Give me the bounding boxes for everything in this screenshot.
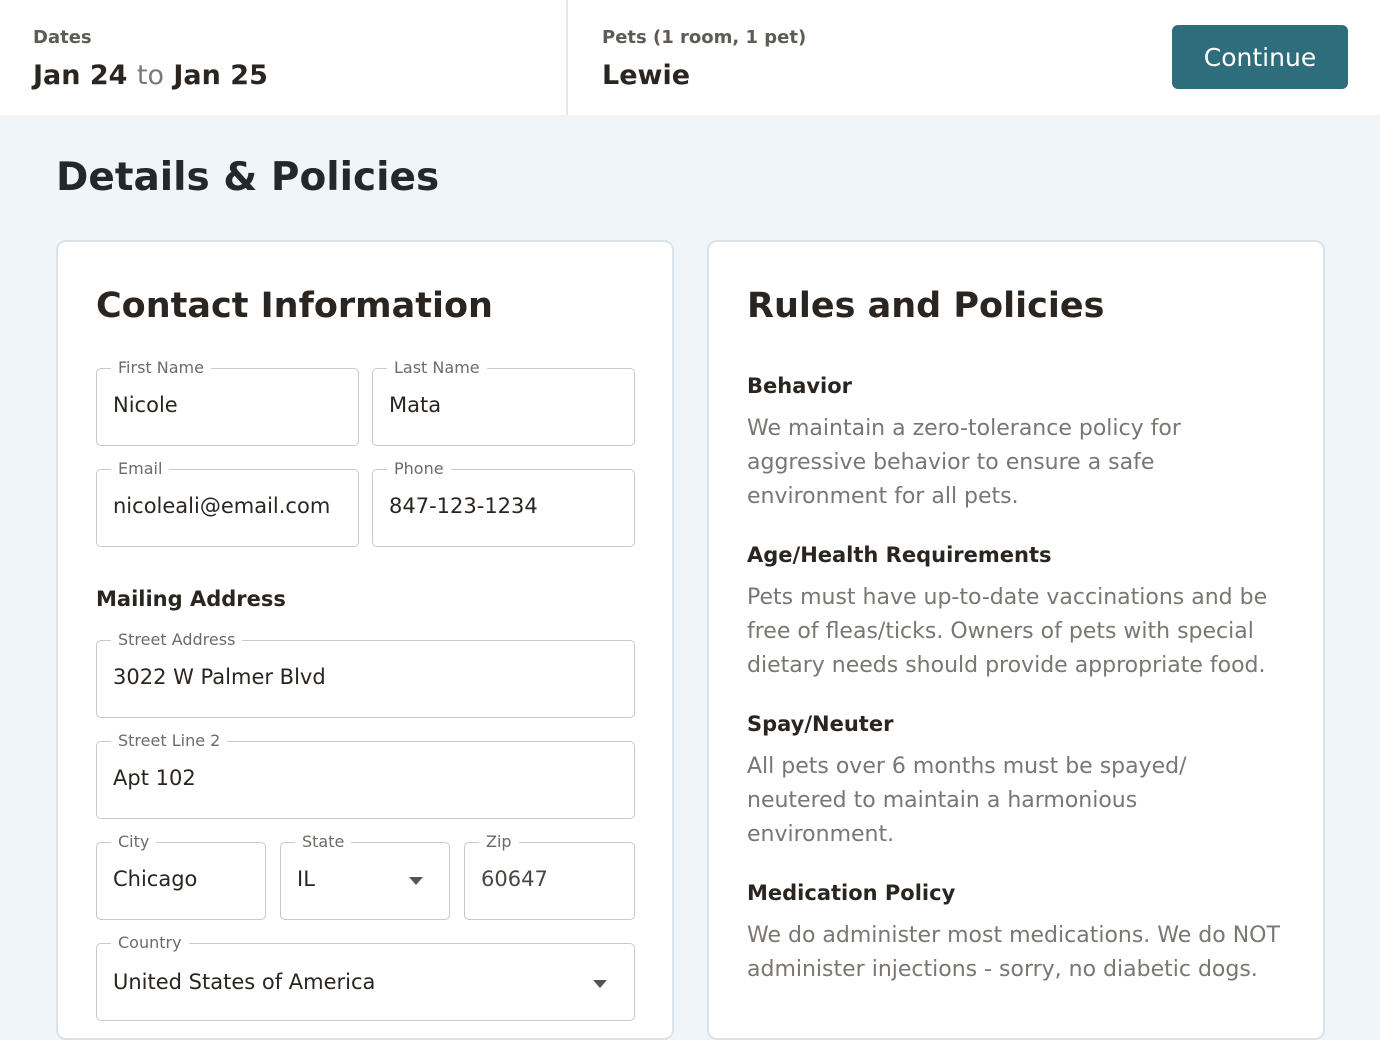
mailing-address-heading: Mailing Address — [96, 587, 286, 611]
date-to-word: to — [136, 60, 164, 91]
policy-heading: Spay/Neuter — [747, 712, 894, 736]
email-field[interactable]: Email nicoleali@email.com — [96, 459, 359, 547]
country-label: Country — [111, 933, 189, 952]
zip-field[interactable]: Zip 60647 — [464, 832, 635, 920]
policy-age-health: Age/Health Requirements Pets must have u… — [747, 543, 1287, 683]
last-name-field[interactable]: Last Name Mata — [372, 358, 635, 446]
policy-heading: Medication Policy — [747, 881, 956, 905]
first-name-label: First Name — [111, 358, 211, 377]
city-value[interactable]: Chicago — [113, 867, 197, 891]
policy-text: Pets must have up-to-date vaccinations a… — [747, 585, 1268, 678]
policy-text: We maintain a zero-tolerance policy for … — [747, 416, 1181, 509]
street-address-value[interactable]: 3022 W Palmer Blvd — [113, 665, 326, 689]
policy-medication: Medication Policy We do administer most … — [747, 881, 1287, 987]
page-title: Details & Policies — [56, 155, 440, 200]
pets-summary: Pets (1 room, 1 pet) Lewie — [570, 0, 1130, 115]
policy-heading: Age/Health Requirements — [747, 543, 1052, 567]
dates-summary: Dates Jan 24 to Jan 25 — [0, 0, 568, 115]
pets-label: Pets (1 room, 1 pet) — [602, 27, 807, 48]
street-address-field[interactable]: Street Address 3022 W Palmer Blvd — [96, 630, 635, 718]
policy-heading: Behavior — [747, 374, 853, 398]
dates-label: Dates — [33, 27, 92, 48]
continue-button[interactable]: Continue — [1172, 25, 1348, 89]
street-line-2-value[interactable]: Apt 102 — [113, 766, 196, 790]
state-select[interactable]: State IL — [280, 832, 450, 920]
street-address-label: Street Address — [111, 630, 243, 649]
last-name-label: Last Name — [387, 358, 487, 377]
contact-information-card: Contact Information First Name Nicole La… — [56, 240, 674, 1040]
booking-summary-bar: Dates Jan 24 to Jan 25 Pets (1 room, 1 p… — [0, 0, 1380, 115]
first-name-field[interactable]: First Name Nicole — [96, 358, 359, 446]
phone-value[interactable]: 847-123-1234 — [389, 494, 538, 518]
date-to: Jan 25 — [173, 60, 268, 91]
policy-spay-neuter: Spay/Neuter All pets over 6 months must … — [747, 712, 1287, 852]
contact-information-title: Contact Information — [96, 286, 493, 326]
first-name-value[interactable]: Nicole — [113, 393, 178, 417]
state-value[interactable]: IL — [297, 867, 315, 891]
state-label: State — [295, 832, 352, 851]
phone-field[interactable]: Phone 847-123-1234 — [372, 459, 635, 547]
country-value[interactable]: United States of America — [113, 970, 375, 994]
country-select[interactable]: Country United States of America — [96, 933, 635, 1021]
pets-value: Lewie — [602, 60, 691, 91]
zip-value[interactable]: 60647 — [481, 867, 548, 891]
phone-label: Phone — [387, 459, 451, 478]
city-label: City — [111, 832, 157, 851]
policy-text: We do administer most medications. We do… — [747, 923, 1280, 982]
email-value[interactable]: nicoleali@email.com — [113, 494, 330, 518]
policy-behavior: Behavior We maintain a zero-tolerance po… — [747, 374, 1287, 514]
chevron-down-icon[interactable] — [409, 877, 423, 885]
last-name-value[interactable]: Mata — [389, 393, 441, 417]
street-line-2-field[interactable]: Street Line 2 Apt 102 — [96, 731, 635, 819]
rules-policies-card: Rules and Policies Behavior We maintain … — [707, 240, 1325, 1040]
street-line-2-label: Street Line 2 — [111, 731, 228, 750]
policy-text: All pets over 6 months must be spayed/ n… — [747, 754, 1187, 847]
rules-policies-title: Rules and Policies — [747, 286, 1105, 326]
chevron-down-icon[interactable] — [593, 980, 607, 988]
city-field[interactable]: City Chicago — [96, 832, 266, 920]
zip-label: Zip — [479, 832, 519, 851]
date-from: Jan 24 — [33, 60, 128, 91]
email-label: Email — [111, 459, 170, 478]
dates-value: Jan 24 to Jan 25 — [33, 60, 268, 91]
